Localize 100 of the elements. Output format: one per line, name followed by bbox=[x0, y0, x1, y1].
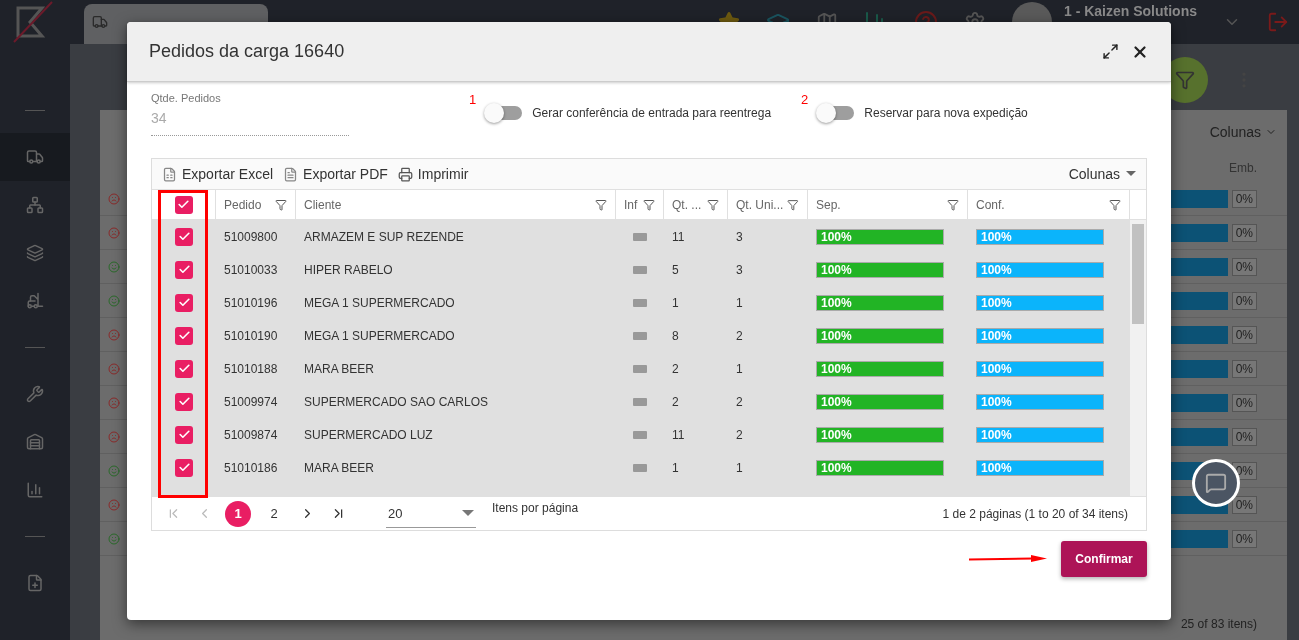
table-cell: MEGA 1 SUPERMERCADO bbox=[304, 328, 455, 343]
sad-face-icon bbox=[108, 362, 120, 375]
progress-fill: 100% bbox=[817, 460, 943, 475]
printer-icon bbox=[397, 166, 413, 182]
table-cell: 51010188 bbox=[224, 361, 278, 376]
toolbar-button[interactable]: Exportar PDF bbox=[283, 166, 388, 182]
maximize-icon[interactable] bbox=[1102, 43, 1119, 60]
page-button[interactable]: 2 bbox=[261, 500, 287, 527]
dialog-title: Pedidos da carga 16640 bbox=[149, 41, 345, 62]
filter-icon[interactable] bbox=[643, 198, 655, 211]
check-icon bbox=[177, 428, 191, 441]
smiley-icon bbox=[108, 532, 120, 545]
column-header[interactable]: Pedido bbox=[224, 197, 262, 212]
column-header[interactable]: Qt. ... bbox=[672, 197, 702, 212]
page-size-select[interactable]: 20 bbox=[386, 499, 476, 528]
columns-button[interactable]: Colunas bbox=[1209, 124, 1277, 140]
progress-fill: 100% bbox=[977, 229, 1103, 244]
banknote-icon bbox=[633, 430, 647, 439]
filter-icon[interactable] bbox=[1109, 198, 1121, 211]
row-checkbox[interactable] bbox=[175, 227, 193, 246]
table-cell: 1 bbox=[672, 460, 679, 475]
percent-value: 0% bbox=[1231, 529, 1257, 548]
bar-chart-icon[interactable] bbox=[26, 481, 44, 499]
page-size-label: Itens por página bbox=[492, 501, 579, 515]
check-icon bbox=[177, 461, 191, 474]
row-checkbox[interactable] bbox=[175, 392, 193, 411]
table-cell: 51010186 bbox=[224, 460, 278, 475]
percent-value: 0% bbox=[1231, 359, 1257, 378]
truck-icon[interactable] bbox=[26, 148, 44, 166]
progress-fill: 100% bbox=[817, 229, 943, 244]
row-checkbox[interactable] bbox=[175, 359, 193, 378]
filter-icon[interactable] bbox=[595, 198, 607, 211]
warehouse-icon[interactable] bbox=[26, 433, 44, 451]
filter-icon bbox=[1175, 70, 1195, 90]
sad-face-icon bbox=[108, 328, 120, 341]
table-cell: 1 bbox=[736, 460, 743, 475]
toggle-label: Gerar conferência de entrada para reentrega bbox=[532, 106, 772, 120]
progress-fill: 100% bbox=[977, 460, 1103, 475]
wrench-icon[interactable] bbox=[26, 385, 44, 403]
table-cell: MARA BEER bbox=[304, 361, 375, 376]
scrollbar[interactable] bbox=[1130, 220, 1146, 496]
toggle-label: Reservar para nova expedição bbox=[864, 106, 1028, 120]
table-cell: 51009800 bbox=[224, 229, 278, 244]
toolbar-button[interactable]: Exportar Excel bbox=[162, 166, 274, 182]
table-cell: 2 bbox=[736, 328, 743, 343]
progress-fill: 100% bbox=[977, 262, 1103, 277]
toggle-switch[interactable] bbox=[486, 106, 523, 120]
user-name[interactable]: 1 - Kaizen Solutions bbox=[1064, 3, 1197, 19]
layers-icon[interactable] bbox=[26, 244, 44, 262]
percent-value: 0% bbox=[1231, 189, 1257, 208]
page-button[interactable]: 1 bbox=[225, 500, 251, 527]
forklift-icon[interactable] bbox=[26, 292, 44, 310]
annotation-number: 1 bbox=[469, 92, 477, 107]
check-icon bbox=[177, 329, 191, 342]
confirm-button[interactable]: Confirmar bbox=[1061, 541, 1147, 577]
file-plus-icon[interactable] bbox=[26, 574, 44, 592]
quantity-field[interactable]: Qtde. Pedidos 34 bbox=[151, 92, 349, 136]
check-icon bbox=[177, 362, 191, 375]
pdf-file-icon bbox=[283, 166, 299, 182]
table-cell: 3 bbox=[736, 262, 743, 277]
toggle-switch[interactable] bbox=[818, 106, 855, 120]
banknote-icon bbox=[633, 463, 647, 472]
row-checkbox[interactable] bbox=[175, 326, 193, 345]
progress-fill: 100% bbox=[977, 427, 1103, 442]
caret-icon bbox=[462, 510, 474, 516]
table-cell: 51010033 bbox=[224, 262, 278, 277]
column-header[interactable]: Conf. bbox=[976, 197, 1005, 212]
table-cell: 1 bbox=[672, 295, 679, 310]
row-checkbox[interactable] bbox=[175, 293, 193, 312]
filter-icon[interactable] bbox=[947, 198, 959, 211]
percent-value: 0% bbox=[1231, 291, 1257, 310]
filter-icon[interactable] bbox=[707, 198, 719, 211]
smiley-icon bbox=[108, 260, 120, 273]
row-checkbox[interactable] bbox=[175, 260, 193, 279]
column-header[interactable]: Cliente bbox=[304, 197, 342, 212]
progress-fill: 100% bbox=[817, 394, 943, 409]
filter-icon[interactable] bbox=[787, 198, 799, 211]
caret-icon bbox=[1126, 171, 1136, 177]
table-cell: 51010190 bbox=[224, 328, 278, 343]
progress-fill: 100% bbox=[817, 295, 943, 310]
column-header[interactable]: Qt. Uni... bbox=[736, 197, 784, 212]
progress-fill: 100% bbox=[817, 262, 943, 277]
row-checkbox[interactable] bbox=[175, 458, 193, 477]
table-cell: 1 bbox=[736, 295, 743, 310]
columns-button[interactable]: Colunas bbox=[1068, 166, 1136, 182]
column-header[interactable]: Inf bbox=[624, 197, 638, 212]
toolbar-button[interactable]: Imprimir bbox=[397, 166, 469, 182]
column-header: Emb. bbox=[1229, 161, 1257, 175]
select-all-checkbox[interactable] bbox=[174, 195, 193, 214]
percent-value: 0% bbox=[1231, 427, 1257, 446]
filter-icon[interactable] bbox=[275, 198, 287, 211]
table-cell: 5 bbox=[672, 262, 679, 277]
help-bubble-icon bbox=[1205, 472, 1227, 494]
table-cell: 8 bbox=[672, 328, 679, 343]
column-header[interactable]: Sep. bbox=[816, 197, 841, 212]
network-icon[interactable] bbox=[26, 196, 44, 214]
progress-fill: 100% bbox=[977, 328, 1103, 343]
row-checkbox[interactable] bbox=[175, 425, 193, 444]
progress-fill: 100% bbox=[977, 394, 1103, 409]
table-cell: 2 bbox=[736, 427, 743, 442]
